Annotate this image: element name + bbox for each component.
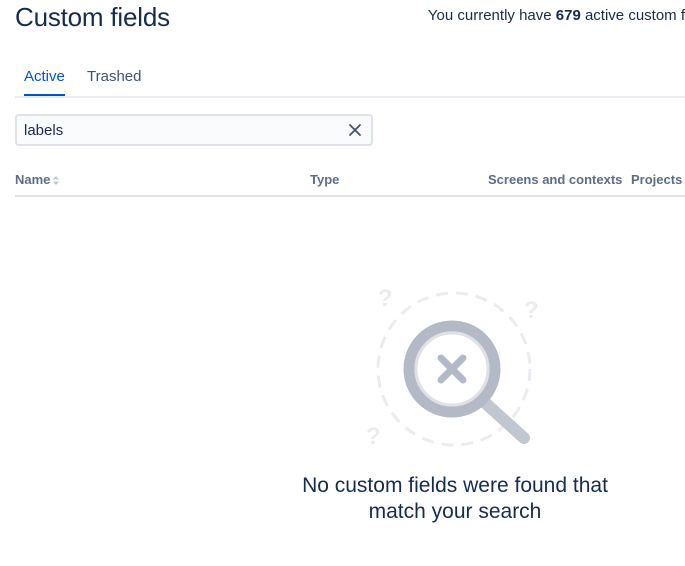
empty-state-message-line2: match your search bbox=[368, 500, 542, 523]
svg-text:?: ? bbox=[378, 285, 393, 312]
empty-state-message-line1: No custom fields were found that bbox=[302, 474, 608, 497]
table-header: Name Type Screens and contexts Projects bbox=[15, 171, 685, 197]
sort-icon bbox=[53, 173, 60, 189]
svg-text:?: ? bbox=[524, 297, 539, 324]
count-suffix: active custom f bbox=[580, 7, 685, 24]
search-field bbox=[15, 114, 373, 146]
tab-active[interactable]: Active bbox=[24, 66, 65, 96]
empty-state-message: No custom fields were found that match y… bbox=[255, 473, 655, 525]
no-results-illustration: ? ? ? bbox=[362, 282, 548, 452]
page-title: Custom fields bbox=[15, 2, 170, 32]
active-count-value: 679 bbox=[555, 7, 581, 24]
tab-bar: Active Trashed bbox=[15, 66, 685, 98]
svg-text:?: ? bbox=[366, 423, 381, 450]
column-header-projects: Projects bbox=[631, 172, 683, 187]
clear-search-button[interactable] bbox=[348, 123, 362, 137]
custom-fields-page: Custom fields You currently have 679 act… bbox=[0, 0, 685, 566]
column-header-screens-contexts: Screens and contexts bbox=[488, 172, 623, 187]
active-count-text: You currently have 679 active custom f bbox=[405, 6, 685, 26]
tab-trashed[interactable]: Trashed bbox=[87, 66, 141, 94]
column-header-type: Type bbox=[310, 172, 340, 187]
close-icon bbox=[349, 124, 361, 136]
search-not-found-icon: ? ? ? bbox=[366, 285, 539, 450]
column-name-label: Name bbox=[15, 172, 51, 187]
search-input[interactable] bbox=[24, 120, 334, 140]
count-prefix: You currently have bbox=[427, 7, 556, 24]
column-header-name[interactable]: Name bbox=[15, 172, 60, 189]
